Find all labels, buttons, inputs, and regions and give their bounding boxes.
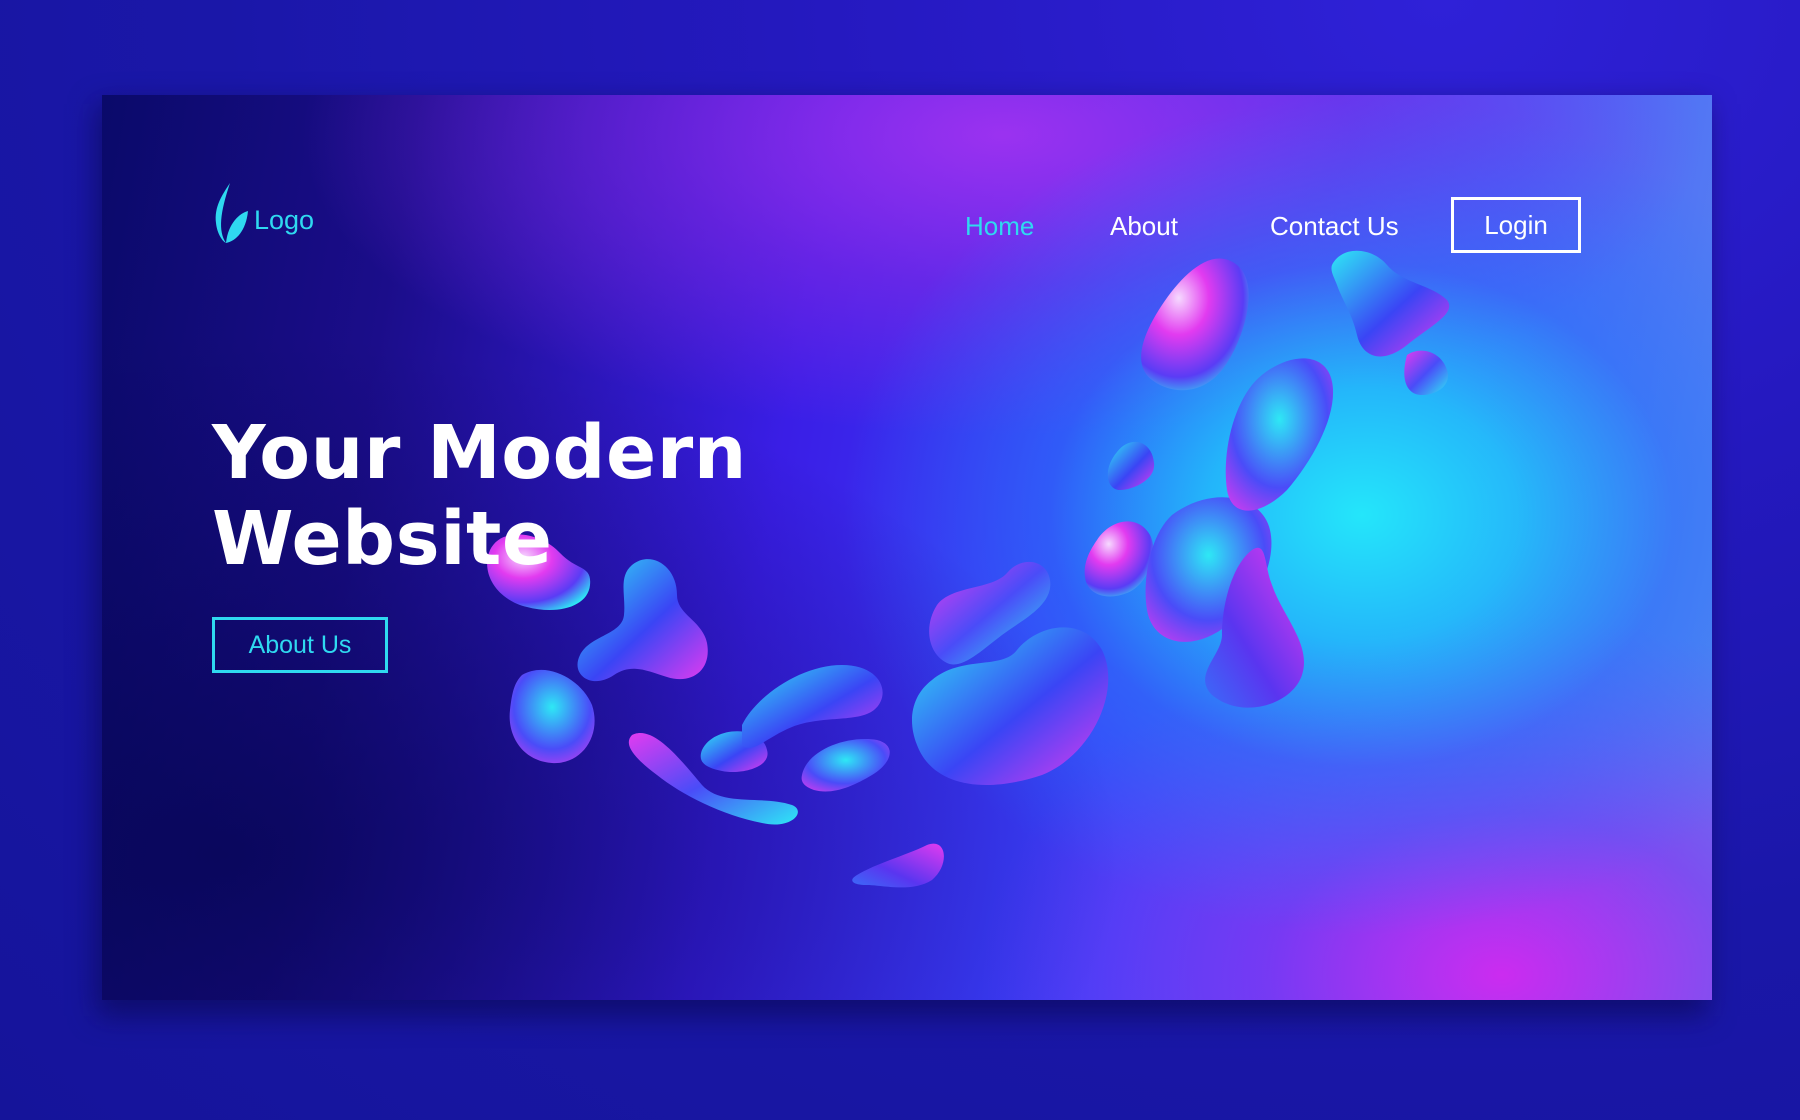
nav-link-home[interactable]: Home [965, 211, 1034, 242]
blob-8 [852, 843, 944, 888]
blob-7 [801, 739, 890, 792]
blob-3 [509, 669, 595, 764]
logo-text: Logo [254, 204, 315, 235]
landing-page-card: Logo Home About Contact Us Login Your Mo… [102, 95, 1712, 1000]
nav-link-contact-us[interactable]: Contact Us [1270, 211, 1399, 242]
blob-18 [1404, 350, 1448, 395]
leaf-icon [215, 183, 248, 243]
blob-14 [1107, 441, 1155, 490]
blob-11 [1084, 521, 1154, 597]
top-navigation: Logo Home About Contact Us Login [102, 95, 1712, 295]
hero-title-line-2: Website [212, 496, 553, 582]
hero-title-line-1: Your Modern [212, 410, 747, 496]
about-us-button[interactable]: About Us [212, 617, 388, 673]
login-button[interactable]: Login [1451, 197, 1581, 253]
blob-16 [1225, 358, 1334, 511]
blob-6 [742, 665, 883, 748]
hero-title: Your Modern Website [212, 410, 812, 582]
hero-section: Your Modern Website [212, 410, 812, 582]
brand-logo[interactable]: Logo [212, 183, 314, 243]
nav-link-about[interactable]: About [1110, 211, 1178, 242]
